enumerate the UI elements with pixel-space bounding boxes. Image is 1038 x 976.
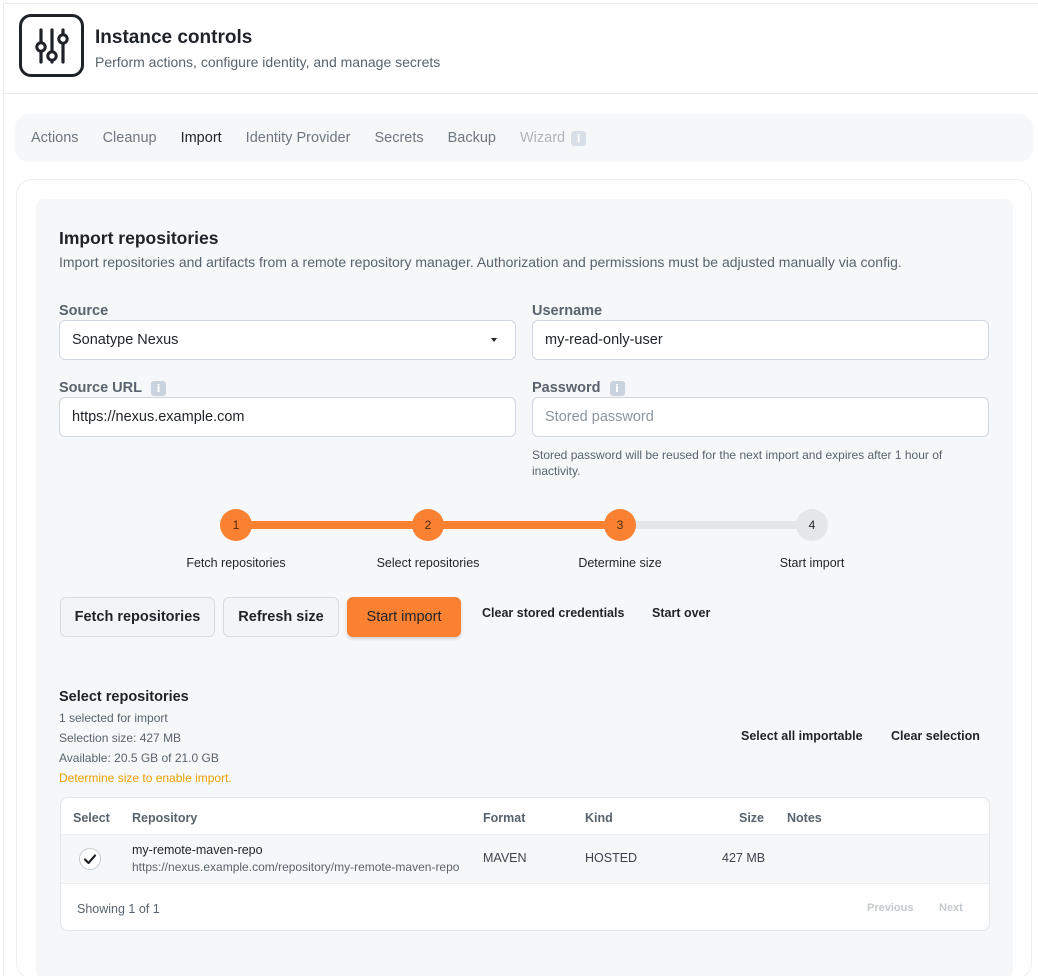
tab-backup[interactable]: Backup bbox=[448, 130, 496, 146]
select-repositories-title: Select repositories bbox=[59, 689, 189, 705]
repositories-table: Select Repository Format Kind Size Notes… bbox=[60, 797, 990, 931]
page-subtitle: Perform actions, configure identity, and… bbox=[95, 54, 441, 70]
available-space: Available: 20.5 GB of 21.0 GB bbox=[59, 751, 219, 765]
step-2-marker: 2 bbox=[412, 509, 444, 541]
tab-bar: Actions Cleanup Import Identity Provider… bbox=[15, 114, 1033, 162]
source-url-input[interactable]: https://nexus.example.com bbox=[59, 397, 516, 437]
info-icon[interactable]: i bbox=[609, 380, 625, 396]
step-connector bbox=[428, 521, 621, 529]
step-4-label: Start import bbox=[779, 556, 845, 570]
password-input[interactable]: Stored password bbox=[532, 397, 989, 437]
username-input[interactable]: my-read-only-user bbox=[532, 320, 989, 360]
fetch-repositories-button[interactable]: Fetch repositories bbox=[60, 597, 215, 637]
password-label: Password bbox=[532, 380, 601, 396]
sliders-icon bbox=[19, 14, 84, 77]
step-connector bbox=[236, 521, 429, 529]
start-import-button[interactable]: Start import bbox=[347, 597, 461, 637]
column-header-kind: Kind bbox=[585, 811, 613, 825]
next-page-button[interactable]: Next bbox=[939, 902, 963, 914]
password-label-row: Password i bbox=[532, 380, 625, 396]
tab-actions[interactable]: Actions bbox=[31, 130, 79, 146]
info-icon[interactable]: i bbox=[151, 380, 166, 396]
password-hint: Stored password will be reused for the n… bbox=[532, 448, 943, 478]
step-1-label: Fetch repositories bbox=[186, 556, 286, 570]
column-header-notes: Notes bbox=[787, 811, 822, 825]
section-title: Import repositories bbox=[59, 228, 219, 248]
username-label: Username bbox=[532, 303, 603, 319]
chevron-down-icon bbox=[491, 338, 497, 342]
repository-kind: HOSTED bbox=[585, 851, 638, 865]
section-description: Import repositories and artifacts from a… bbox=[59, 254, 902, 270]
source-select-value: Sonatype Nexus bbox=[72, 332, 179, 348]
table-footer-count: Showing 1 of 1 bbox=[77, 902, 160, 916]
tab-identity-provider[interactable]: Identity Provider bbox=[246, 130, 351, 146]
source-select[interactable]: Sonatype Nexus bbox=[59, 320, 516, 360]
size-warning: Determine size to enable import. bbox=[59, 771, 232, 785]
selection-size: Selection size: 427 MB bbox=[59, 731, 182, 745]
tab-wizard-label: Wizard bbox=[520, 130, 566, 146]
source-label: Source bbox=[59, 303, 109, 319]
column-header-select: Select bbox=[73, 811, 110, 825]
column-header-repository: Repository bbox=[132, 811, 198, 825]
check-icon bbox=[83, 854, 97, 865]
step-connector bbox=[620, 521, 813, 529]
step-1-marker: 1 bbox=[220, 509, 252, 541]
tab-import[interactable]: Import bbox=[181, 130, 222, 146]
repository-name: my-remote-maven-repo bbox=[132, 843, 263, 857]
table-row[interactable]: my-remote-maven-repo https://nexus.examp… bbox=[61, 834, 989, 884]
clear-selection-button[interactable]: Clear selection bbox=[891, 729, 980, 743]
tab-wizard: Wizard i bbox=[520, 130, 587, 146]
repository-url: https://nexus.example.com/repository/my-… bbox=[132, 860, 460, 874]
start-over-button[interactable]: Start over bbox=[652, 606, 710, 620]
info-icon: i bbox=[571, 130, 587, 146]
step-2-label: Select repositories bbox=[376, 556, 480, 570]
repository-format: MAVEN bbox=[483, 851, 527, 865]
tab-cleanup[interactable]: Cleanup bbox=[103, 130, 157, 146]
selected-count: 1 selected for import bbox=[59, 711, 168, 725]
select-all-importable-button[interactable]: Select all importable bbox=[741, 729, 863, 743]
refresh-size-button[interactable]: Refresh size bbox=[223, 597, 339, 637]
page-header: Instance controls Perform actions, confi… bbox=[4, 4, 1038, 94]
tab-secrets[interactable]: Secrets bbox=[374, 130, 423, 146]
step-3-label: Determine size bbox=[578, 556, 662, 570]
step-4-marker: 4 bbox=[796, 509, 828, 541]
repository-size: 427 MB bbox=[722, 851, 766, 865]
source-url-label-row: Source URL i bbox=[59, 380, 166, 396]
source-url-label: Source URL bbox=[59, 380, 142, 396]
clear-stored-credentials-button[interactable]: Clear stored credentials bbox=[482, 606, 624, 620]
column-header-format: Format bbox=[483, 811, 526, 825]
step-3-marker: 3 bbox=[604, 509, 636, 541]
row-checkbox[interactable] bbox=[79, 848, 101, 870]
page-title: Instance controls bbox=[95, 27, 253, 48]
column-header-size: Size bbox=[739, 811, 765, 825]
previous-page-button[interactable]: Previous bbox=[867, 902, 913, 914]
